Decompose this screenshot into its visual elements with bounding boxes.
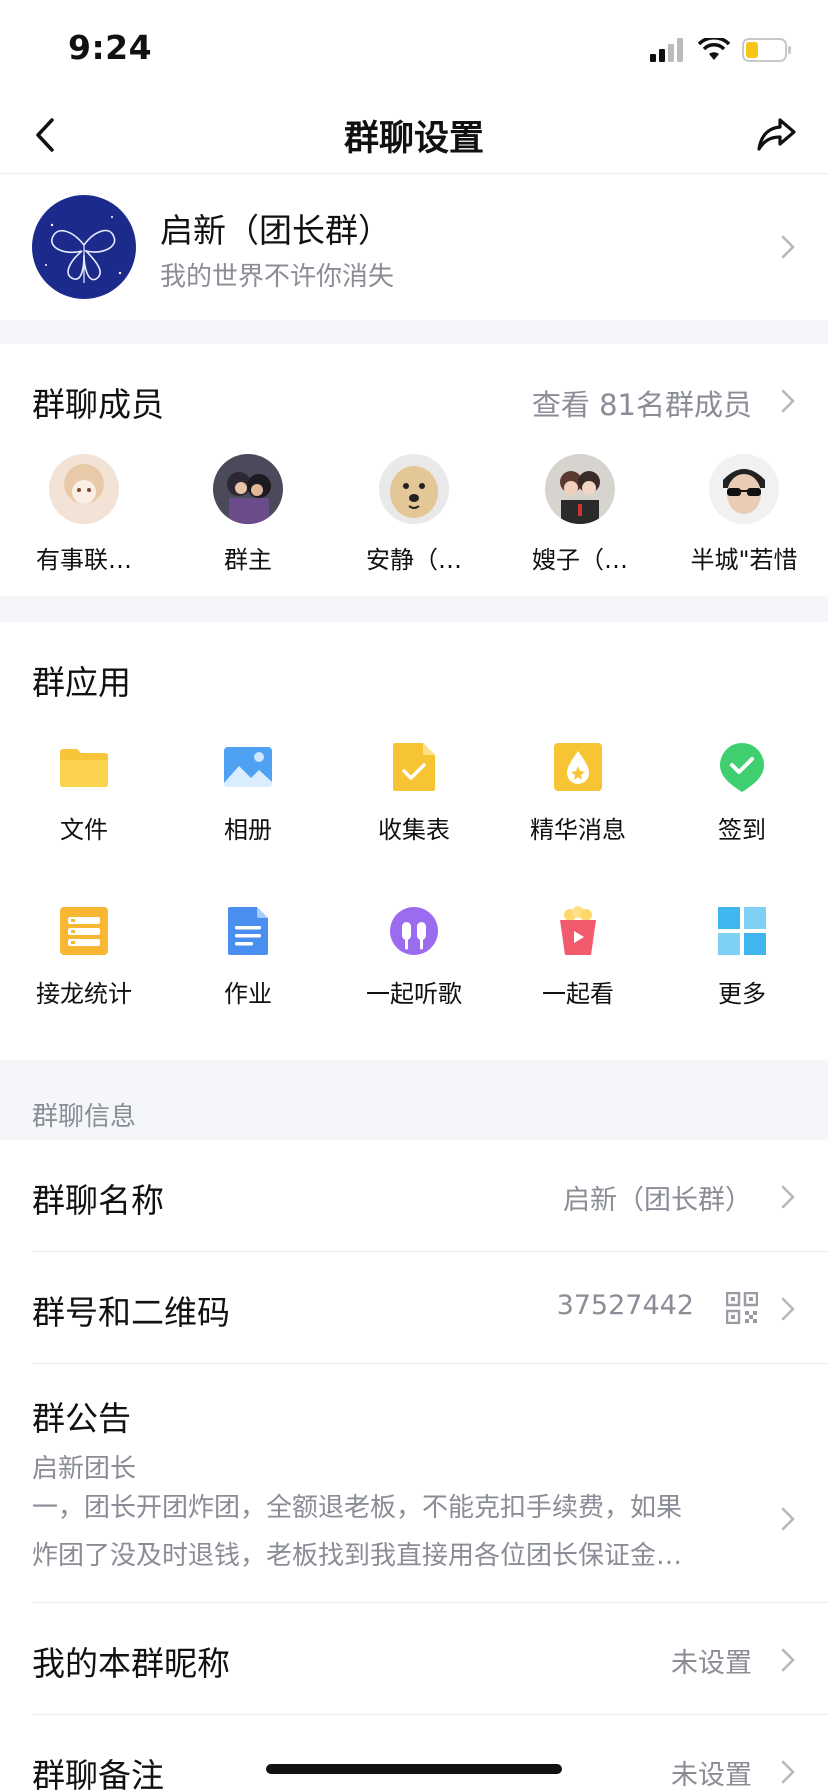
avatar[interactable] xyxy=(213,454,283,524)
app-essence[interactable]: 精华消息 xyxy=(498,740,658,845)
app-label: 作业 xyxy=(224,980,272,1008)
chevron-right-icon xyxy=(781,1760,795,1784)
share-icon[interactable] xyxy=(754,112,800,158)
group-signature: 我的世界不许你消失 xyxy=(160,262,395,292)
app-file[interactable]: 文件 xyxy=(4,740,164,845)
my-nickname-row[interactable]: 我的本群昵称 未设置 xyxy=(0,1603,828,1715)
app-relay[interactable]: 接龙统计 xyxy=(4,904,164,1009)
group-apps-section: 群应用 文件 相册 收集表 精华消息 签到 接龙统计 作业 一起听歌 一起看 更… xyxy=(0,622,828,1060)
row-key: 群聊备注 xyxy=(32,1756,164,1792)
grid-icon xyxy=(718,907,766,955)
member-item[interactable]: 嫂子（… xyxy=(510,454,650,575)
signal-icon xyxy=(650,38,683,62)
group-notice-row[interactable]: 群公告 启新团长 一，团长开团炸团，全额退老板，不能克扣手续费，如果 炸团了没及… xyxy=(0,1364,828,1602)
headphones-icon xyxy=(390,907,438,955)
status-bar: 9:24 xyxy=(0,0,828,96)
row-value: 未设置 xyxy=(671,1760,752,1791)
chevron-right-icon xyxy=(781,1185,795,1209)
nav-bar: 群聊设置 xyxy=(0,96,828,174)
group-id-value: 37527442 xyxy=(556,1290,694,1321)
notice-line: 一，团长开团炸团，全额退老板，不能克扣手续费，如果 xyxy=(32,1493,683,1523)
member-item[interactable]: 群主 xyxy=(178,454,318,575)
member-item[interactable]: 有事联… xyxy=(14,454,154,575)
chevron-right-icon xyxy=(781,1297,795,1321)
app-album[interactable]: 相册 xyxy=(168,740,328,845)
wifi-icon xyxy=(698,38,730,60)
checkin-icon xyxy=(720,743,764,792)
app-label: 一起听歌 xyxy=(366,980,462,1008)
album-icon xyxy=(224,747,272,787)
notice-author: 启新团长 xyxy=(32,1454,137,1484)
app-checkin[interactable]: 签到 xyxy=(662,740,822,845)
chevron-right-icon[interactable] xyxy=(780,388,796,414)
avatar[interactable] xyxy=(709,454,779,524)
app-more[interactable]: 更多 xyxy=(662,904,822,1009)
group-profile-row[interactable]: 启新（团长群） 我的世界不许你消失 xyxy=(0,174,828,320)
group-info-section: 群聊名称 启新（团长群） 群号和二维码 37527442 群公告 启新团长 一，… xyxy=(0,1140,828,1792)
app-label: 签到 xyxy=(718,816,766,844)
view-all-members-link[interactable]: 查看 81名群成员 xyxy=(532,382,752,424)
folder-icon xyxy=(60,749,108,787)
group-remark-row[interactable]: 群聊备注 未设置 xyxy=(0,1715,828,1792)
relay-icon xyxy=(60,907,108,955)
avatar[interactable] xyxy=(379,454,449,524)
app-label: 更多 xyxy=(718,980,766,1008)
member-name: 有事联… xyxy=(36,546,132,574)
app-label: 文件 xyxy=(60,816,108,844)
popcorn-icon xyxy=(560,906,596,955)
page-title: 群聊设置 xyxy=(343,119,484,159)
status-icons xyxy=(650,36,792,64)
app-homework[interactable]: 作业 xyxy=(168,904,328,1009)
row-key: 我的本群昵称 xyxy=(32,1644,230,1683)
apps-title: 群应用 xyxy=(32,663,131,702)
member-item[interactable]: 半城"若惜 xyxy=(674,454,814,575)
members-title: 群聊成员 xyxy=(32,385,164,424)
row-value: 未设置 xyxy=(671,1648,752,1679)
row-key: 群公告 xyxy=(32,1399,131,1438)
group-name-row[interactable]: 群聊名称 启新（团长群） xyxy=(0,1140,828,1252)
app-watch-together[interactable]: 一起看 xyxy=(498,904,658,1009)
chevron-right-icon xyxy=(781,1507,795,1531)
page: 9:24 群聊设置 启新（团长群） 我的世界不许你消失 群聊成员 查看 81名群… xyxy=(0,0,828,1792)
avatar[interactable] xyxy=(49,454,119,524)
home-indicator[interactable] xyxy=(266,1764,562,1774)
battery-icon xyxy=(742,38,791,62)
homework-icon xyxy=(228,907,268,955)
row-value: 启新（团长群） xyxy=(563,1185,752,1216)
notice-line: 炸团了没及时退钱，老板找到我直接用各位团长保证金… xyxy=(32,1541,683,1571)
member-name: 半城"若惜 xyxy=(690,546,798,574)
app-label: 相册 xyxy=(224,816,272,844)
app-form[interactable]: 收集表 xyxy=(334,740,494,845)
member-name: 嫂子（… xyxy=(532,546,628,574)
app-label: 一起看 xyxy=(542,980,614,1008)
row-key: 群聊名称 xyxy=(32,1181,164,1220)
app-label: 收集表 xyxy=(378,816,450,844)
chevron-right-icon xyxy=(781,1648,795,1672)
app-label: 精华消息 xyxy=(530,816,626,844)
group-id-qr-row[interactable]: 群号和二维码 37527442 xyxy=(0,1252,828,1364)
app-listen-together[interactable]: 一起听歌 xyxy=(334,904,494,1009)
member-name: 群主 xyxy=(224,546,272,574)
info-section-label: 群聊信息 xyxy=(32,1102,137,1132)
app-label: 接龙统计 xyxy=(36,980,132,1008)
member-item[interactable]: 安静（… xyxy=(344,454,484,575)
group-avatar[interactable] xyxy=(32,195,136,299)
members-section: 群聊成员 查看 81名群成员 有事联… 群主 安静（… 嫂子（… 半城"若惜 xyxy=(0,344,828,596)
form-icon xyxy=(393,743,435,791)
status-time: 9:24 xyxy=(68,28,153,67)
essence-icon xyxy=(554,743,602,791)
qr-code-icon xyxy=(726,1292,758,1324)
row-key: 群号和二维码 xyxy=(32,1293,230,1332)
group-name: 启新（团长群） xyxy=(160,211,391,250)
member-name: 安静（… xyxy=(366,546,462,574)
chevron-right-icon xyxy=(781,235,795,259)
avatar[interactable] xyxy=(545,454,615,524)
